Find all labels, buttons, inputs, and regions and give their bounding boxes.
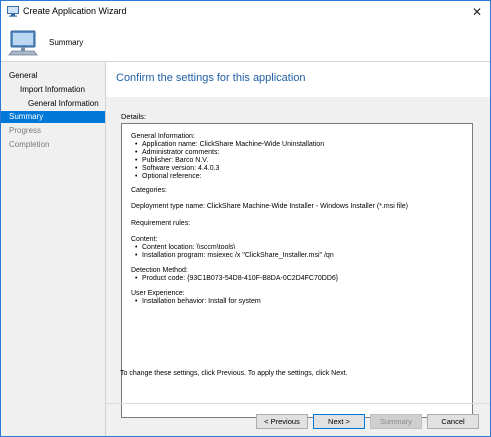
nav-item-progress: Progress — [9, 126, 42, 135]
nav-item-general[interactable]: General — [9, 70, 37, 82]
nav-item-import-information[interactable]: Import Information — [20, 84, 85, 96]
summary-button: Summary — [370, 414, 422, 429]
nav-item-general-information[interactable]: General Information — [28, 98, 99, 110]
details-label: Details: — [121, 112, 147, 121]
list-item: Installation behavior: Install for syste… — [135, 298, 261, 306]
list-item: Installation program: msiexec /x "ClickS… — [135, 252, 334, 260]
deployment-type-line: Deployment type name: ClickShare Machine… — [131, 203, 408, 210]
computer-icon — [8, 30, 38, 56]
nav-item-completion: Completion — [9, 140, 50, 149]
wizard-header: Summary — [1, 23, 490, 62]
detection-header: Detection Method: — [131, 267, 188, 274]
content-pane: Confirm the settings for this applicatio… — [106, 62, 490, 436]
previous-button[interactable]: < Previous — [256, 414, 308, 429]
list-item: Software version: 4.4.0.3 — [135, 165, 219, 173]
title-bar: Create Application Wizard ✕ — [1, 1, 490, 23]
page-heading: Confirm the settings for this applicatio… — [116, 72, 306, 84]
content-header: Confirm the settings for this applicatio… — [106, 62, 490, 97]
window-title: Create Application Wizard — [23, 6, 127, 16]
list-item: Administrator comments: — [135, 149, 219, 157]
nav-item-summary[interactable]: Summary — [1, 111, 105, 123]
divider — [106, 403, 490, 404]
footer-note: To change these settings, click Previous… — [120, 370, 348, 377]
list-item: Application name: ClickShare Machine-Wid… — [135, 141, 324, 149]
wizard-window: Create Application Wizard ✕ Summary Gene… — [0, 0, 491, 437]
next-button[interactable]: Next > — [313, 414, 365, 429]
content-header: Content: — [131, 236, 158, 243]
general-header: General Information: — [131, 133, 195, 140]
list-item: Publisher: Barco N.V. — [135, 157, 208, 165]
computer-icon — [7, 6, 19, 17]
list-item: Optional reference: — [135, 173, 201, 181]
list-item: Product code: {93C1B073-54D8-410F-B8DA-0… — [135, 275, 338, 283]
cancel-button[interactable]: Cancel — [427, 414, 479, 429]
requirement-rules-label: Requirement rules: — [131, 220, 191, 227]
categories-label: Categories: — [131, 187, 167, 194]
wizard-nav: General Import Information General Infor… — [1, 62, 106, 436]
close-icon[interactable]: ✕ — [468, 4, 486, 20]
user-experience-header: User Experience: — [131, 290, 185, 297]
header-title: Summary — [49, 38, 84, 47]
list-item: Content location: \\sccm\tools\ — [135, 244, 235, 252]
